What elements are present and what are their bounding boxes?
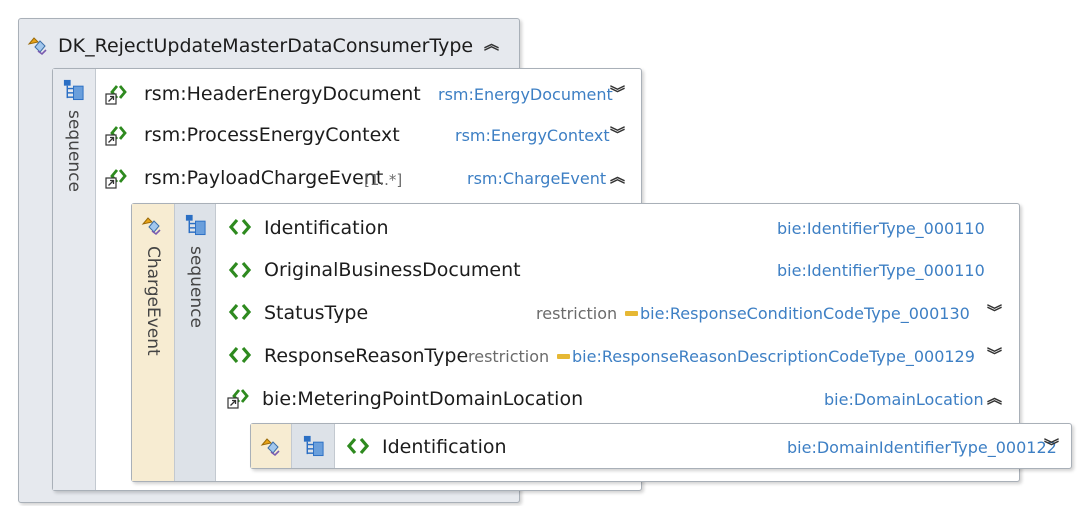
element-name: bie:MeteringPointDomainLocation (262, 388, 584, 410)
sequence-icon (62, 78, 85, 101)
element-type[interactable]: rsm:ChargeEvent (467, 169, 606, 188)
element-icon (228, 300, 252, 324)
element-type[interactable]: rsm:EnergyDocument (438, 85, 613, 104)
element-type[interactable]: bie:ResponseConditionCodeType_000130 (640, 304, 970, 323)
chevron-double-up-icon[interactable]: ︽ (987, 391, 1002, 406)
chevron-double-down-icon[interactable]: ︾ (987, 348, 1002, 363)
chevron-double-down-icon[interactable]: ︾ (1044, 439, 1059, 454)
charge-sequence-label: sequence (186, 246, 206, 328)
restriction-label: restriction (468, 347, 550, 366)
element-cardinality: [1..*] (364, 171, 403, 189)
element-name: rsm:HeaderEnergyDocument (144, 83, 421, 105)
element-type[interactable]: bie:IdentifierType_000110 (777, 219, 985, 238)
element-name: rsm:PayloadChargeEvent (144, 167, 384, 189)
element-icon (346, 434, 370, 458)
element-icon (228, 343, 252, 367)
chevron-double-down-icon[interactable]: ︾ (610, 127, 625, 142)
outer-sequence-label: sequence (64, 110, 84, 192)
sequence-icon (302, 434, 325, 457)
sequence-icon (184, 213, 207, 236)
element-type[interactable]: bie:DomainLocation (824, 390, 984, 409)
element-name: StatusType (264, 302, 369, 324)
chevron-double-up-icon[interactable]: ︽ (484, 37, 499, 52)
element-name: OriginalBusinessDocument (264, 259, 521, 281)
element-icon (228, 215, 252, 239)
chevron-double-up-icon[interactable]: ︽ (610, 170, 625, 185)
element-reference-icon (104, 166, 128, 190)
element-reference-icon (226, 386, 250, 410)
element-name: Identification (382, 436, 507, 458)
element-type[interactable]: bie:DomainIdentifierType_000122 (787, 438, 1057, 457)
restriction-label: restriction (536, 304, 618, 323)
complex-type-icon (140, 213, 164, 237)
element-name: ResponseReasonType (264, 345, 469, 367)
element-type[interactable]: bie:IdentifierType_000110 (777, 261, 985, 280)
element-reference-icon (104, 123, 128, 147)
element-type[interactable]: bie:ResponseReasonDescriptionCodeType_00… (572, 347, 975, 366)
element-icon (228, 258, 252, 282)
element-reference-icon (104, 82, 128, 106)
element-type[interactable]: rsm:EnergyContext (455, 126, 610, 145)
chevron-double-down-icon[interactable]: ︾ (610, 86, 625, 101)
charge-event-label: ChargeEvent (143, 246, 163, 356)
chevron-double-down-icon[interactable]: ︾ (987, 305, 1002, 320)
complex-type-icon (259, 434, 283, 458)
element-name: rsm:ProcessEnergyContext (144, 124, 400, 146)
complex-type-icon (26, 33, 50, 57)
restriction-marker-icon (625, 311, 638, 316)
element-name: Identification (264, 217, 389, 239)
restriction-marker-icon (557, 354, 570, 359)
complex-type-title: DK_RejectUpdateMasterDataConsumerType (58, 35, 474, 57)
